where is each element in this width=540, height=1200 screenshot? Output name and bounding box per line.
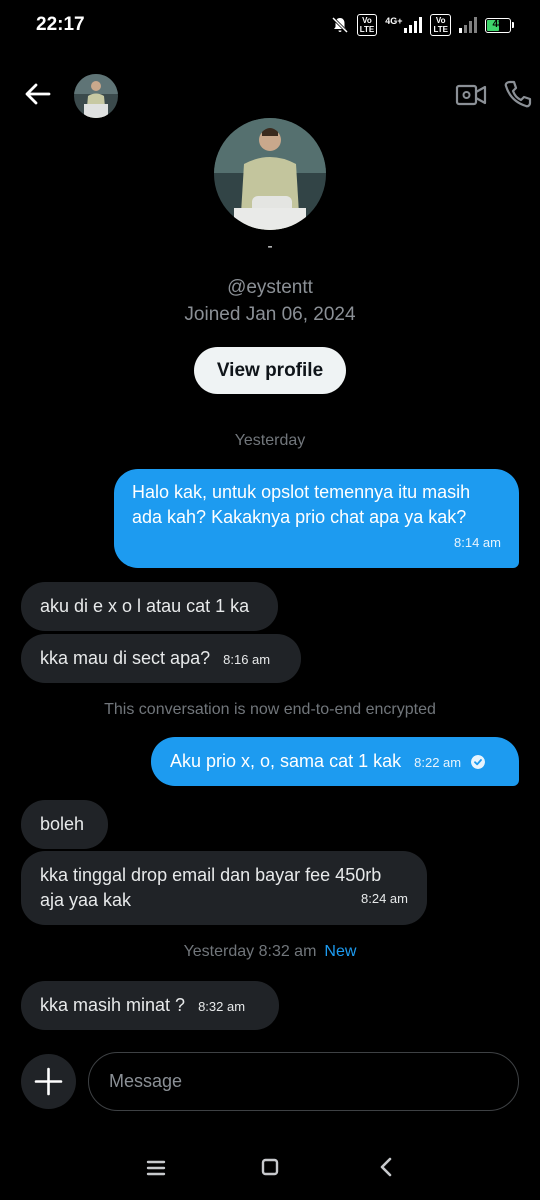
message-bubble-incoming[interactable]: kka mau di sect apa? 8:16 am [21, 634, 301, 683]
avatar[interactable] [74, 74, 118, 118]
volte-badge-2: Vo LTE [430, 14, 451, 36]
plus-icon [34, 1067, 63, 1096]
home-icon[interactable] [261, 1158, 279, 1176]
conversation-header [0, 66, 540, 126]
message-time: 8:14 am [454, 535, 501, 550]
message-bubble-incoming[interactable]: kka masih minat ? 8:32 am [21, 981, 279, 1030]
profile-joined-date: Joined Jan 06, 2024 [184, 304, 356, 325]
message-bubble-outgoing[interactable]: Halo kak, untuk opslot temennya itu masi… [114, 469, 519, 568]
message-time: 8:22 am [414, 755, 462, 770]
message-input[interactable] [88, 1052, 519, 1111]
message-bubble-incoming[interactable]: aku di e x o l atau cat 1 ka [21, 582, 278, 631]
mute-bell-icon [331, 16, 348, 34]
message-time: 8:16 am [223, 652, 271, 667]
message-text: kka mau di sect apa? [40, 648, 211, 668]
status-time: 22:17 [36, 14, 85, 35]
message-text: Aku prio x, o, sama cat 1 kak [170, 751, 402, 771]
date-separator: Yesterday [234, 432, 306, 449]
read-check-icon [471, 755, 486, 769]
message-text: Halo kak, untuk opslot temennya itu masi… [132, 482, 471, 527]
message-bubble-incoming[interactable]: boleh [21, 800, 108, 849]
signal-bars-2-icon [459, 17, 477, 33]
new-badge: New [324, 943, 357, 960]
battery-icon: 48 [485, 17, 514, 33]
volte-badge-1: Vo LTE [356, 14, 378, 36]
profile-handle: @eystentt [227, 277, 313, 298]
message-text: aku di e x o l atau cat 1 ka [40, 596, 250, 616]
encryption-notice: This conversation is now end-to-end encr… [104, 701, 436, 718]
battery-percent: 48 [492, 18, 504, 30]
message-text: boleh [40, 814, 85, 834]
arrow-left-icon[interactable] [22, 78, 54, 110]
message-time: 8:24 am [361, 891, 408, 906]
back-icon[interactable] [376, 1156, 396, 1178]
signal-bars-1-icon [404, 17, 423, 33]
network-type-label: 4G+ [385, 16, 403, 26]
new-separator-time: Yesterday 8:32 am [183, 943, 317, 960]
message-bubble-outgoing[interactable]: Aku prio x, o, sama cat 1 kak 8:22 am [151, 737, 519, 786]
system-navigation-bar [0, 1140, 540, 1200]
message-time: 8:32 am [198, 999, 246, 1014]
message-text: kka tinggal drop email dan bayar fee 450… [40, 865, 382, 910]
phone-icon[interactable] [502, 78, 534, 110]
message-bubble-incoming[interactable]: kka tinggal drop email dan bayar fee 450… [21, 851, 427, 925]
recent-apps-icon[interactable] [145, 1158, 167, 1178]
new-messages-separator: Yesterday 8:32 am New [0, 943, 540, 961]
message-text: kka masih minat ? [40, 995, 186, 1015]
video-call-icon[interactable] [455, 80, 487, 110]
profile-display-name: - [267, 238, 273, 255]
status-bar: 22:17 Vo LTE 4G+ Vo LTE 48 [0, 0, 540, 52]
profile-avatar[interactable] [214, 118, 326, 230]
status-icons: Vo LTE 4G+ Vo LTE 48 [331, 14, 514, 36]
add-attachment-button[interactable] [21, 1054, 76, 1109]
view-profile-button[interactable]: View profile [194, 347, 346, 394]
